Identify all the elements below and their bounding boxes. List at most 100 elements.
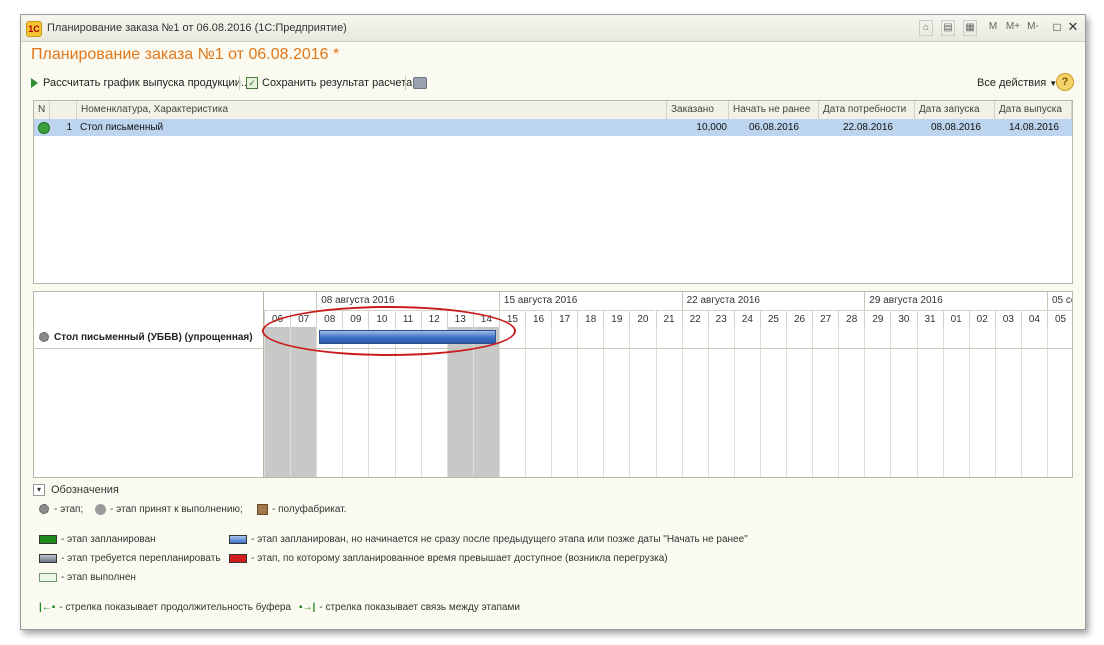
gantt-day-label: 22 [681,310,708,327]
gantt-week-label: 22 августа 2016 [681,292,865,310]
gantt-day-column [264,327,291,477]
table-header: N Номенклатура, Характеристика Заказано … [34,101,1072,120]
gantt-day-column [786,327,812,477]
gantt-day-column [994,327,1021,477]
legend-collapse-toggle[interactable]: ▾ [33,484,45,496]
col-n-header[interactable]: N [34,101,50,119]
home-icon[interactable]: ⌂ [919,20,933,36]
link-arrow-icon: ▪→| [299,602,316,613]
row-number: 1 [66,122,72,133]
favorites-icon[interactable]: ▤ [941,20,955,36]
close-icon[interactable]: ✕ [1067,20,1079,34]
gantt-day-column [1047,327,1072,477]
m-button[interactable]: M [987,20,999,34]
stage-accepted-icon [95,503,106,515]
save-result-button[interactable]: ✓ Сохранить результат расчета [246,75,412,91]
gantt-day-column [890,327,916,477]
gantt-day-column [655,327,682,477]
gantt-day-label: 24 [733,310,760,327]
gantt-row-label[interactable]: Стол письменный (УББВ) (упрощенная) [39,332,253,343]
col-launch-date-header[interactable]: Дата запуска [915,101,995,119]
gantt-day-label: 16 [525,310,552,327]
gantt-day-label: 17 [551,310,578,327]
done-swatch [39,572,57,582]
gantt-day-label: 27 [812,310,839,327]
gantt-day-column [603,327,629,477]
gantt-day-column [707,327,734,477]
gantt-week-label: 05 се [1047,292,1072,310]
stage-gear-icon [39,332,49,343]
replan-swatch [39,553,57,563]
gantt-day-label: 25 [759,310,786,327]
gantt-day-column [472,327,499,477]
gantt-day-column [968,327,995,477]
legend-stage-accepted: - этап принят к выполнению; [95,503,243,517]
app-1c-icon[interactable]: 1C [26,21,42,37]
gantt-day-column [525,327,551,477]
calculator-icon[interactable]: ▦ [963,20,977,36]
products-table: N Номенклатура, Характеристика Заказано … [33,100,1073,284]
gantt-day-label: 30 [890,310,917,327]
legend-stage: - этап; [39,503,83,517]
play-icon [31,78,38,89]
save-check-icon: ✓ [246,77,258,90]
semi-product-icon [257,503,268,515]
gantt-day-label: 02 [968,310,995,327]
window-title: Планирование заказа №1 от 06.08.2016 (1С… [47,22,347,34]
gantt-day-label: 31 [916,310,943,327]
legend-planned-late: - этап запланирован, но начинается не ср… [229,533,748,547]
row-need-date: 22.08.2016 [842,122,893,133]
gantt-day-label: 01 [942,310,969,327]
gantt-day-label: 04 [1020,310,1047,327]
gantt-day-column [864,327,890,477]
legend-done: - этап выполнен [39,571,136,585]
legend-buffer-arrow: |←▪ - стрелка показывает продолжительност… [39,602,292,613]
col-start-header[interactable]: Начать не ранее [729,101,819,119]
row-release-date: 14.08.2016 [1008,122,1059,133]
row-ordered: 10,000 [696,122,727,133]
col-need-date-header[interactable]: Дата потребности [819,101,915,119]
document-title: Планирование заказа №1 от 06.08.2016 * [31,46,340,63]
legend-panel: ▾ Обозначения - этап; - этап принят к вы… [33,482,1073,622]
gantt-day-label: 19 [603,310,630,327]
gantt-day-label: 26 [786,310,813,327]
gantt-day-column [942,327,969,477]
col-spacer-header [50,101,77,119]
col-release-date-header[interactable]: Дата выпуска [995,101,1072,119]
title-bar: 1C Планирование заказа №1 от 06.08.2016 … [21,15,1085,42]
planned-swatch [39,534,57,544]
m-plus-button[interactable]: M+ [1005,20,1021,34]
gantt-day-label: 21 [655,310,682,327]
main-window: 1C Планирование заказа №1 от 06.08.2016 … [20,14,1086,630]
gantt-day-label: 20 [629,310,656,327]
maximize-icon[interactable]: □ [1051,20,1063,34]
gantt-row-divider [34,348,1072,349]
gantt-week-label: 29 августа 2016 [864,292,1047,310]
legend-replan: - этап требуется перепланировать [39,552,221,566]
row-item: Стол письменный [80,122,164,133]
gantt-row-labels [34,292,264,477]
legend-link-arrow: ▪→| - стрелка показывает связь между этап… [299,602,520,613]
gantt-day-label: 18 [577,310,604,327]
toolbar-separator [239,76,240,90]
gantt-day-column [577,327,603,477]
stage-gear-icon [39,504,49,515]
toolbar-separator [405,76,406,90]
gantt-day-column [838,327,864,477]
gantt-day-column [551,327,577,477]
m-minus-button[interactable]: M- [1025,20,1041,34]
gantt-day-column [629,327,655,477]
row-status-icon [38,122,50,134]
row-start-not-before: 06.08.2016 [748,122,799,133]
help-icon[interactable]: ? [1056,73,1074,91]
col-item-header[interactable]: Номенклатура, Характеристика [77,101,667,119]
print-icon[interactable] [413,77,427,89]
all-actions-menu[interactable]: Все действия ▼ [977,75,1057,91]
col-ordered-header[interactable]: Заказано [667,101,729,119]
table-row[interactable]: 1 Стол письменный 10,000 06.08.2016 22.0… [34,119,1072,136]
calculate-schedule-button[interactable]: Рассчитать график выпуска продукции... [31,75,250,91]
command-bar: Рассчитать график выпуска продукции... ✓… [31,73,1075,93]
overload-swatch [229,553,247,563]
gantt-day-label: 05 [1047,310,1072,327]
planned-late-swatch [229,534,247,544]
